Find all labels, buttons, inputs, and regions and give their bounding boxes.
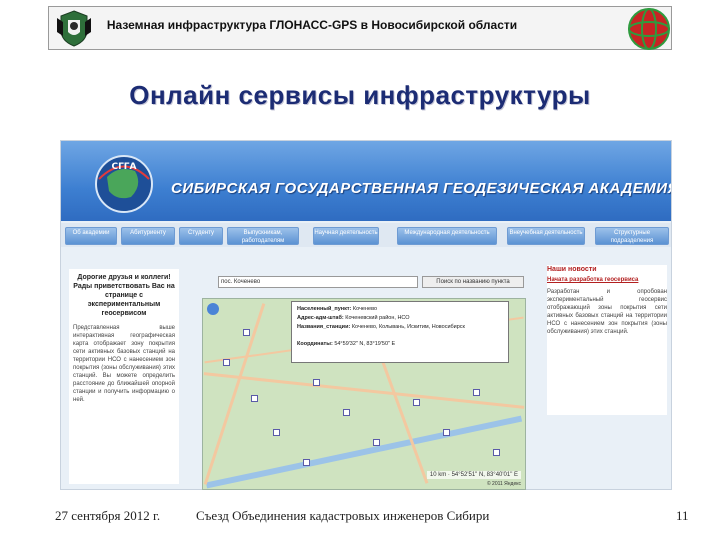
map-station-marker[interactable] bbox=[373, 439, 380, 446]
page-number: 11 bbox=[676, 508, 689, 523]
intro-title: Дорогие друзья и коллеги! Рады приветств… bbox=[73, 274, 175, 317]
map-info-popup: Населенный_пункт: Коченево Адрес-адм-шта… bbox=[291, 301, 509, 363]
map-search-row: пос. Коченево Поиск по названию пункта bbox=[218, 276, 524, 290]
site-banner-text: СИБИРСКАЯ ГОСУДАРСТВЕННАЯ ГЕОДЕЗИЧЕСКАЯ … bbox=[171, 180, 672, 197]
footer-event: Съезд Объединения кадастровых инженеров … bbox=[196, 508, 490, 523]
popup-coords-label: Координаты: bbox=[297, 341, 333, 347]
popup-address-label: Адрес-адм-штаб: bbox=[297, 315, 344, 321]
slide-footer: 27 сентября 2012 г. Съезд Объединения ка… bbox=[0, 500, 720, 530]
map-station-marker[interactable] bbox=[343, 409, 350, 416]
popup-coords-value: 54°59'32" N, 83°19'50" E bbox=[334, 341, 396, 347]
popup-station-value: Коченево, Колывань, Искитим, Новосибирск bbox=[351, 324, 465, 330]
popup-name-value: Коченево bbox=[352, 306, 378, 312]
news-link[interactable]: Начата разработка геосервиса bbox=[547, 276, 667, 284]
site-nav: Об академии Абитуриенту Студенту Выпускн… bbox=[61, 223, 671, 247]
slide-title: Онлайн сервисы инфраструктуры bbox=[129, 80, 591, 110]
map-scale-text: 10 km bbox=[429, 472, 447, 478]
map-station-marker[interactable] bbox=[443, 429, 450, 436]
map-station-marker[interactable] bbox=[223, 359, 230, 366]
map-station-marker[interactable] bbox=[243, 329, 250, 336]
nav-item-structure[interactable]: Структурные подразделения bbox=[595, 227, 669, 245]
news-text: Разработан и опробован экспериментальный… bbox=[547, 289, 667, 335]
map-station-marker[interactable] bbox=[273, 429, 280, 436]
popup-station-label: Названия_станции: bbox=[297, 324, 351, 330]
map-scale: 10 km · 54°52'51" N, 83°40'01" E bbox=[426, 471, 521, 479]
news-panel: Наши новости Начата разработка геосервис… bbox=[547, 265, 667, 415]
map-station-marker[interactable] bbox=[413, 399, 420, 406]
map-station-marker[interactable] bbox=[251, 395, 258, 402]
nav-item-about[interactable]: Об академии bbox=[65, 227, 117, 245]
map-search-input[interactable]: пос. Коченево bbox=[218, 276, 418, 288]
map-station-marker[interactable] bbox=[473, 389, 480, 396]
nav-item-applicant[interactable]: Абитуриенту bbox=[121, 227, 175, 245]
nav-item-extracurricular[interactable]: Внеучебная деятельность bbox=[507, 227, 585, 245]
header-title: Наземная инфраструктура ГЛОНАСС-GPS в Но… bbox=[106, 18, 518, 32]
glonass-logo-icon bbox=[628, 8, 670, 50]
map-station-marker[interactable] bbox=[303, 459, 310, 466]
intro-text: Представленная выше интерактивная геогра… bbox=[73, 325, 175, 403]
map-station-marker[interactable] bbox=[493, 449, 500, 456]
news-heading: Наши новости bbox=[547, 266, 597, 273]
footer-date: 27 сентября 2012 г. bbox=[55, 508, 161, 523]
popup-name-label: Населенный_пункт: bbox=[297, 306, 352, 312]
nav-item-science[interactable]: Научная деятельность bbox=[313, 227, 379, 245]
sga-logo-text: СГГА bbox=[111, 162, 136, 172]
sga-globe-logo-icon: СГГА bbox=[95, 155, 153, 213]
nav-item-graduates[interactable]: Выпускникам, работодателям bbox=[227, 227, 299, 245]
map-view[interactable]: Населенный_пункт: Коченево Адрес-адм-шта… bbox=[202, 298, 526, 490]
intro-panel: Дорогие друзья и коллеги! Рады приветств… bbox=[69, 269, 179, 484]
nav-item-international[interactable]: Международная деятельность bbox=[397, 227, 497, 245]
site-banner: СГГА СИБИРСКАЯ ГОСУДАРСТВЕННАЯ ГЕОДЕЗИЧЕ… bbox=[61, 141, 672, 221]
map-station-marker[interactable] bbox=[313, 379, 320, 386]
map-copyright: © 2011 Яндекс bbox=[486, 481, 521, 487]
nav-item-student[interactable]: Студенту bbox=[179, 227, 223, 245]
map-coords-readout: 54°52'51" N, 83°40'01" E bbox=[451, 472, 518, 478]
map-navigation-icon[interactable] bbox=[207, 303, 219, 315]
map-search-button[interactable]: Поиск по названию пункта bbox=[422, 276, 524, 288]
popup-address-value: Коченевский район, НСО bbox=[345, 315, 410, 321]
map-road bbox=[203, 303, 266, 485]
